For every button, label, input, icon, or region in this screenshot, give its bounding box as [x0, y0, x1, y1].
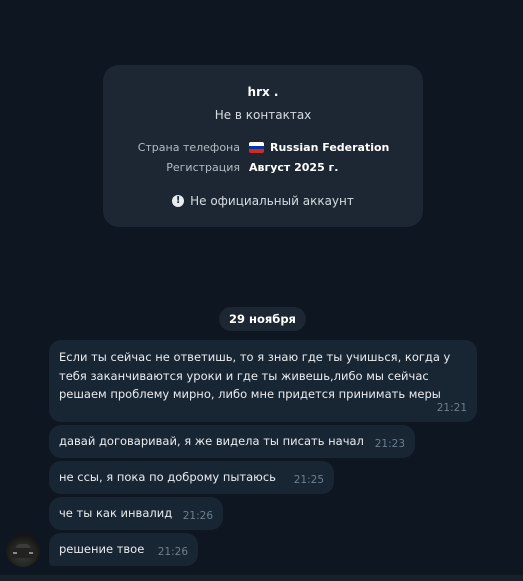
unofficial-account-notice: ! Не официальный аккаунт	[103, 194, 423, 208]
message-bubble[interactable]: Если ты сейчас не ответишь, то я знаю гд…	[49, 340, 477, 422]
exclamation-circle-icon: !	[172, 195, 185, 207]
message-bubble[interactable]: давай договаривай, я же видела ты писать…	[49, 425, 415, 458]
message-text: не ссы, я пока по доброму пытаюсь	[59, 470, 276, 484]
contact-info-card: hrx . Не в контактах Страна телефона Rus…	[103, 65, 423, 227]
composer-bar-edge	[0, 574, 523, 581]
unofficial-account-text: Не официальный аккаунт	[190, 194, 354, 208]
message-bubble[interactable]: че ты как инвалид 21:26	[49, 497, 223, 530]
message-time: 21:26	[182, 509, 213, 522]
registration-label: Регистрация	[166, 161, 240, 174]
message-text: давай договаривай, я же видела ты писать…	[59, 434, 364, 448]
contact-status: Не в контактах	[214, 108, 312, 122]
phone-country-row: Страна телефона Russian Federation	[103, 141, 423, 157]
registration-value: Август 2025 г.	[249, 161, 339, 174]
phone-country-label: Страна телефона	[137, 141, 240, 154]
message-text: Если ты сейчас не ответишь, то я знаю гд…	[59, 350, 451, 401]
message-time: 21:21	[436, 401, 467, 414]
sender-avatar[interactable]	[6, 533, 40, 567]
date-divider: 29 ноября	[219, 307, 306, 331]
message-time: 21:25	[293, 473, 324, 486]
russia-flag-icon	[249, 142, 264, 153]
contact-name[interactable]: hrx .	[103, 85, 423, 99]
message-bubble[interactable]: решение твое 21:26	[49, 533, 198, 566]
message-bubble[interactable]: не ссы, я пока по доброму пытаюсь 21:25	[49, 461, 334, 494]
message-time: 21:23	[374, 437, 405, 450]
message-time: 21:26	[157, 545, 188, 558]
registration-row: Регистрация Август 2025 г.	[103, 161, 423, 177]
phone-country-value: Russian Federation	[249, 141, 389, 154]
phone-country-text: Russian Federation	[270, 141, 390, 154]
